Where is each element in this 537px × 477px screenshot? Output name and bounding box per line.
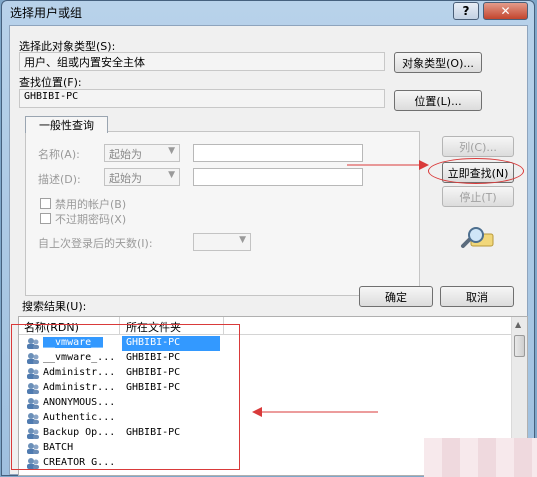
description-mode-select[interactable]: 起始为 ▼ <box>104 168 180 186</box>
object-type-field: 用户、组或内置安全主体 <box>19 52 385 71</box>
no-expire-password-label: 不过期密码(X) <box>55 213 127 226</box>
scroll-up-icon[interactable]: ▲ <box>515 320 521 329</box>
days-since-logon-select[interactable]: ▼ <box>193 233 251 251</box>
stop-button[interactable]: 停止(T) <box>442 186 514 207</box>
description-input[interactable] <box>193 168 363 186</box>
location-label: 查找位置(F): <box>19 76 82 89</box>
description-label: 描述(D): <box>38 173 81 186</box>
disabled-accounts-checkbox[interactable] <box>40 198 51 209</box>
name-label: 名称(A): <box>38 148 80 161</box>
scrollbar-thumb[interactable] <box>514 335 525 357</box>
annotation-arrow-icon <box>252 407 378 417</box>
watermark-overlay <box>424 438 537 477</box>
days-since-logon-label: 自上次登录后的天数(I): <box>38 237 153 250</box>
no-expire-password-checkbox[interactable] <box>40 213 51 224</box>
chevron-down-icon: ▼ <box>239 235 246 245</box>
locations-button[interactable]: 位置(L)... <box>394 90 482 111</box>
location-field: GHBIBI-PC <box>19 89 385 108</box>
annotation-highlight-box <box>11 324 240 470</box>
annotation-arrow-icon <box>347 160 429 170</box>
name-mode-select[interactable]: 起始为 ▼ <box>104 144 180 162</box>
description-mode-value: 起始为 <box>109 172 142 185</box>
close-button[interactable]: ✕ <box>483 2 528 20</box>
chevron-down-icon: ▼ <box>168 146 175 156</box>
disabled-accounts-label: 禁用的帐户(B) <box>55 198 127 211</box>
name-input[interactable] <box>193 144 363 162</box>
window-title: 选择用户或组 <box>10 6 83 20</box>
name-mode-value: 起始为 <box>109 148 142 161</box>
object-types-button[interactable]: 对象类型(O)... <box>394 52 482 73</box>
tab-general-queries[interactable]: 一般性查询 <box>25 116 108 133</box>
cancel-button[interactable]: 取消 <box>440 286 514 307</box>
chevron-down-icon: ▼ <box>168 170 175 180</box>
search-magnifier-icon <box>461 227 494 248</box>
help-button[interactable]: ? <box>453 2 479 20</box>
ok-button[interactable]: 确定 <box>359 286 433 307</box>
results-label: 搜索结果(U): <box>22 300 87 313</box>
annotation-highlight-oval <box>428 158 524 184</box>
columns-button[interactable]: 列(C)... <box>442 136 514 157</box>
